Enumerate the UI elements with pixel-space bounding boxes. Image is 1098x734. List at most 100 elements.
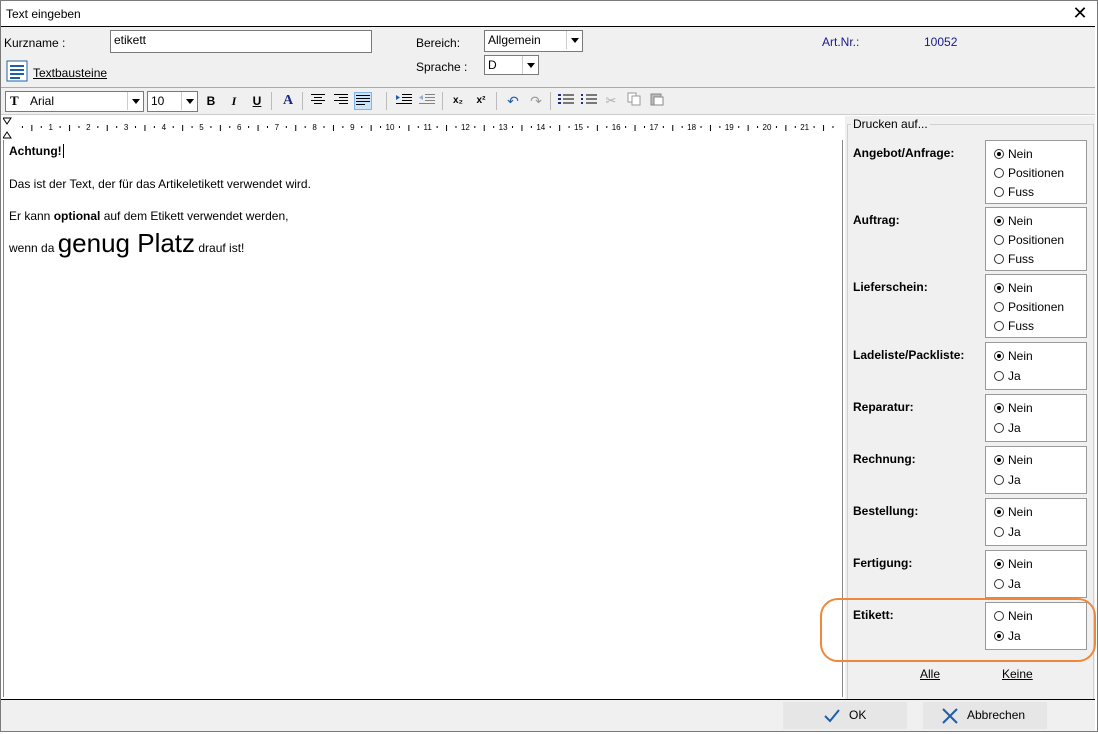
textbausteine-icon[interactable] <box>6 60 28 82</box>
toolbar-separator <box>302 92 303 110</box>
title-bar: Text eingeben ✕ <box>1 1 1097 26</box>
align-justify-icon[interactable] <box>354 92 372 110</box>
artnr-label: Art.Nr.: <box>822 35 860 49</box>
radio-option[interactable]: Nein <box>986 212 1086 231</box>
radio-button[interactable] <box>994 168 1004 178</box>
font-value: Arial <box>30 94 55 108</box>
radio-button[interactable] <box>994 559 1004 569</box>
align-right-icon[interactable] <box>332 92 350 110</box>
radio-option[interactable]: Positionen <box>986 298 1086 317</box>
radio-option[interactable]: Nein <box>986 279 1086 298</box>
header-panel: Kurzname : etikett Textbausteine Bereich… <box>1 26 1095 88</box>
redo-icon[interactable]: ↷ <box>527 92 545 110</box>
radio-option[interactable]: Nein <box>986 451 1086 471</box>
radio-option[interactable]: Nein <box>986 555 1086 575</box>
radio-option[interactable]: Nein <box>986 503 1086 523</box>
radio-button[interactable] <box>994 403 1004 413</box>
radio-label: Nein <box>1008 281 1033 295</box>
radio-button[interactable] <box>994 371 1004 381</box>
radio-option[interactable]: Ja <box>986 367 1086 387</box>
ruler-tick-label: 19 <box>725 123 734 132</box>
radio-label: Ja <box>1008 525 1021 539</box>
radio-group: Nein Positionen Fuss <box>985 207 1087 271</box>
radio-button[interactable] <box>994 475 1004 485</box>
radio-button[interactable] <box>994 527 1004 537</box>
cancel-button[interactable]: Abbrechen <box>923 702 1047 729</box>
bullet-list-icon[interactable] <box>557 92 575 110</box>
font-color-icon[interactable]: A <box>279 92 297 110</box>
sprache-value: D <box>488 58 497 72</box>
radio-button[interactable] <box>994 455 1004 465</box>
alle-link[interactable]: Alle <box>920 667 940 681</box>
radio-button[interactable] <box>994 321 1004 331</box>
underline-button[interactable]: U <box>248 92 266 110</box>
radio-button[interactable] <box>994 254 1004 264</box>
indent-decrease-icon[interactable] <box>418 92 436 110</box>
radio-button[interactable] <box>994 187 1004 197</box>
chevron-down-icon[interactable] <box>181 92 197 110</box>
format-toolbar: T Arial 10 B I U A x₂ x² ↶ ↷ ✂ <box>1 88 1095 115</box>
textbausteine-link[interactable]: Textbausteine <box>33 66 107 80</box>
numbered-list-icon[interactable] <box>580 92 598 110</box>
radio-label: Positionen <box>1008 233 1065 247</box>
radio-button[interactable] <box>994 423 1004 433</box>
align-center-icon[interactable] <box>309 92 327 110</box>
editor-line-4-a: wenn da <box>9 241 58 255</box>
copy-icon[interactable] <box>625 92 643 110</box>
italic-button[interactable]: I <box>225 92 243 110</box>
undo-icon[interactable]: ↶ <box>504 92 522 110</box>
radio-button[interactable] <box>994 579 1004 589</box>
bold-button[interactable]: B <box>202 92 220 110</box>
radio-button[interactable] <box>994 283 1004 293</box>
sprache-select[interactable]: D <box>484 55 539 75</box>
radio-option[interactable]: Fuss <box>986 183 1086 202</box>
radio-option[interactable]: Ja <box>986 575 1086 595</box>
radio-button[interactable] <box>994 235 1004 245</box>
radio-group: Nein Ja <box>985 446 1087 494</box>
chevron-down-icon[interactable] <box>566 31 582 49</box>
radio-label: Ja <box>1008 577 1021 591</box>
paste-icon[interactable] <box>648 92 666 110</box>
radio-button[interactable] <box>994 149 1004 159</box>
chevron-down-icon[interactable] <box>127 92 143 110</box>
radio-option[interactable]: Positionen <box>986 164 1086 183</box>
radio-label: Positionen <box>1008 166 1065 180</box>
radio-option[interactable]: Fuss <box>986 317 1086 336</box>
radio-label: Nein <box>1008 349 1033 363</box>
cross-icon <box>941 707 959 734</box>
editor-line-4-large: genug Platz <box>57 228 196 258</box>
cut-icon[interactable]: ✂ <box>602 92 620 110</box>
text-editor[interactable]: Achtung!​ Das ist der Text, der für das … <box>3 140 843 697</box>
superscript-button[interactable]: x² <box>472 92 490 110</box>
close-icon[interactable]: ✕ <box>1069 3 1091 25</box>
ok-button[interactable]: OK <box>783 702 907 729</box>
radio-button[interactable] <box>994 216 1004 226</box>
radio-option[interactable]: Nein <box>986 145 1086 164</box>
radio-option[interactable]: Ja <box>986 471 1086 491</box>
keine-link[interactable]: Keine <box>1002 667 1033 681</box>
radio-option[interactable]: Fuss <box>986 250 1086 269</box>
indent-increase-icon[interactable] <box>395 92 413 110</box>
radio-button[interactable] <box>994 507 1004 517</box>
bereich-select[interactable]: Allgemein <box>484 30 583 52</box>
ruler-tick-label: 4 <box>162 123 167 132</box>
radio-button[interactable] <box>994 302 1004 312</box>
radio-option[interactable]: Ja <box>986 419 1086 439</box>
radio-option[interactable]: Nein <box>986 347 1086 367</box>
ruler-tick-label: 18 <box>687 123 696 132</box>
indent-marker-icon[interactable] <box>2 117 12 125</box>
font-icon: T <box>10 93 19 108</box>
size-select[interactable]: 10 <box>147 91 198 112</box>
chevron-down-icon[interactable] <box>522 56 538 74</box>
kurzname-value: etikett <box>114 33 147 47</box>
font-select[interactable]: T Arial <box>5 91 144 112</box>
radio-option[interactable]: Nein <box>986 399 1086 419</box>
ruler[interactable]: 1 2 3 4 5 6 7 8 9 10 11 12 13 14 15 16 17 18 19 20 21 <box>2 116 841 141</box>
indent-marker-icon[interactable] <box>2 131 12 139</box>
radio-label: Fuss <box>1008 252 1035 266</box>
radio-option[interactable]: Positionen <box>986 231 1086 250</box>
kurzname-input[interactable]: etikett <box>110 30 372 53</box>
radio-button[interactable] <box>994 351 1004 361</box>
subscript-button[interactable]: x₂ <box>449 92 467 110</box>
radio-option[interactable]: Ja <box>986 523 1086 543</box>
